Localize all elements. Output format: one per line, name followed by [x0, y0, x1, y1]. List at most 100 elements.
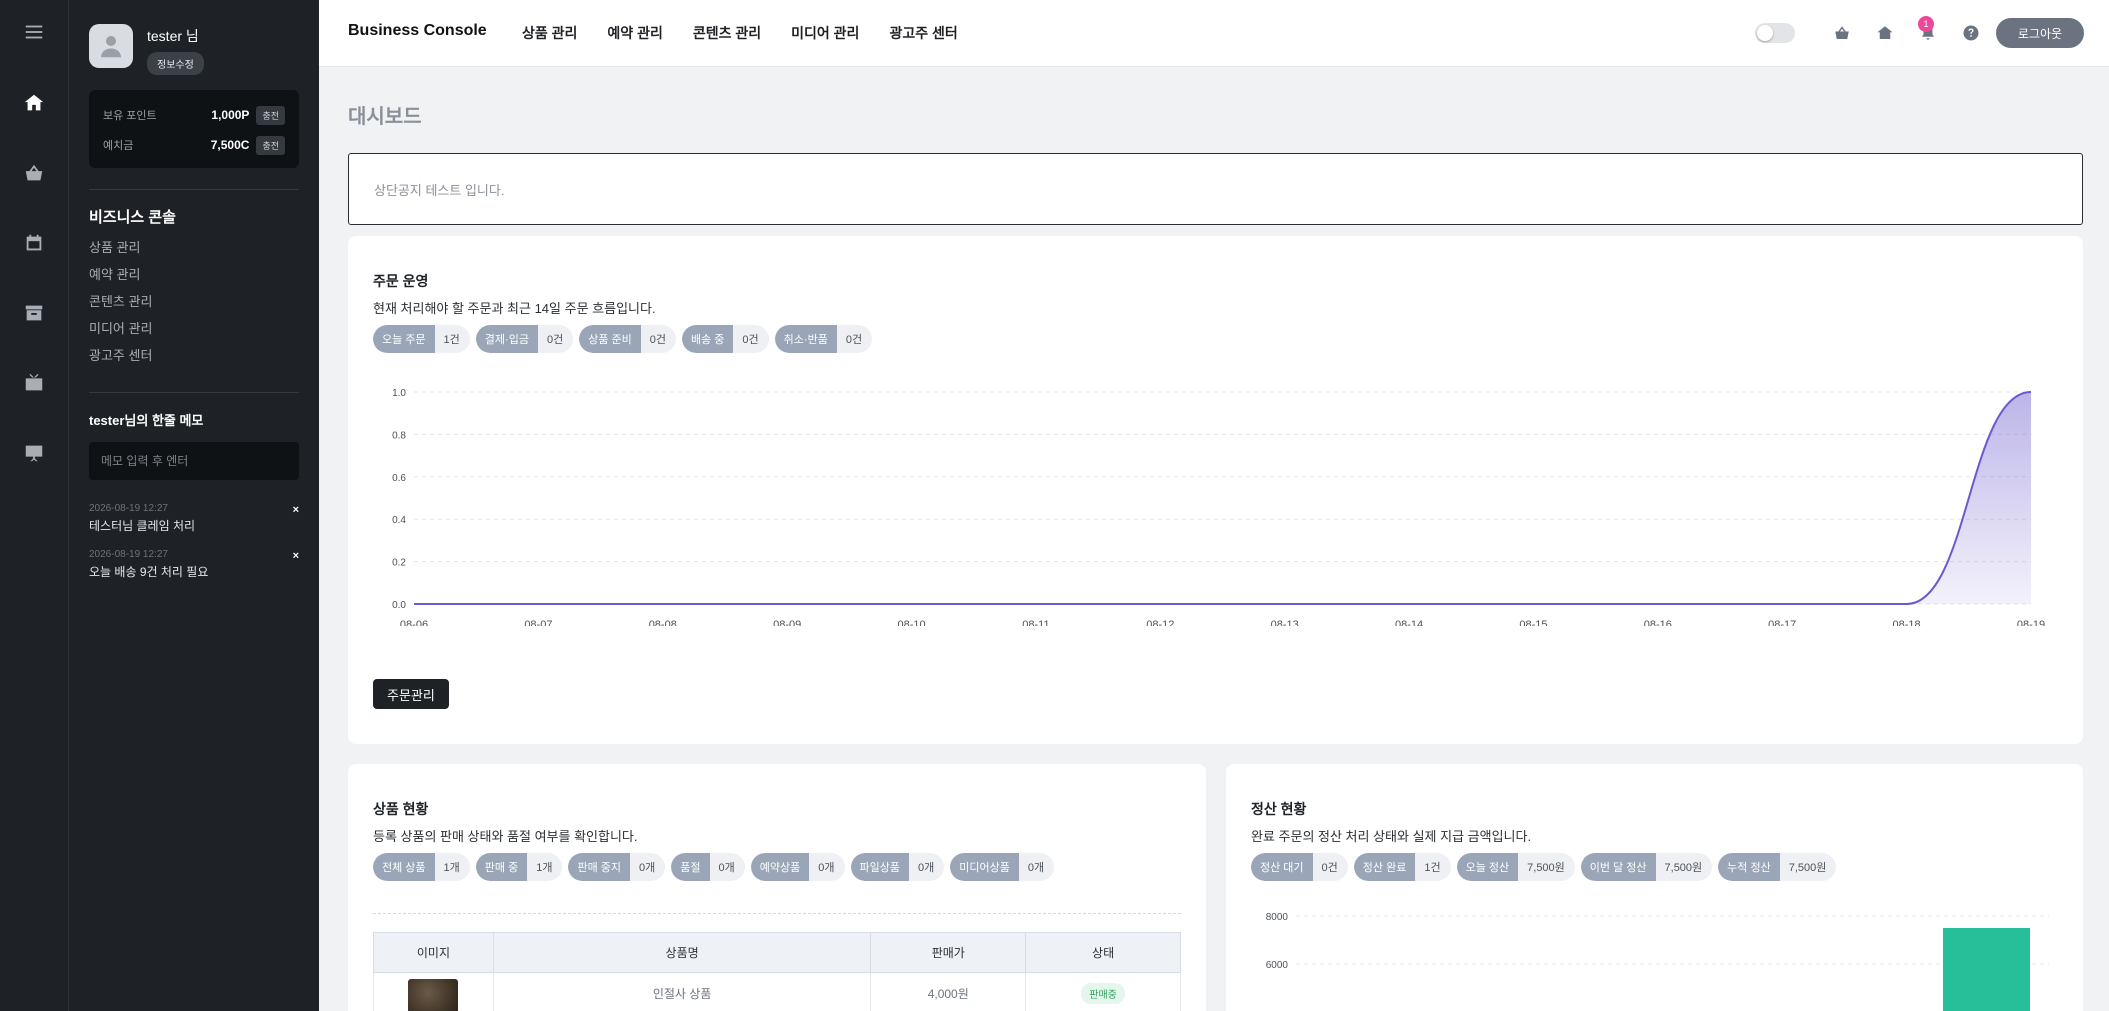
x-tick-label: 08-14 — [1395, 619, 1423, 626]
memo-input[interactable] — [89, 442, 299, 480]
chip-label: 오늘 정산 — [1456, 853, 1519, 881]
delete-memo-icon[interactable]: × — [293, 504, 299, 516]
column-header[interactable]: 판매가 — [870, 932, 1027, 973]
products-chips: 전체 상품 1개 판매 중 1개 판매 중지 0개 품절 0개 예약상품 0개 파일상품 0… — [373, 853, 1055, 881]
avatar[interactable] — [89, 24, 133, 68]
chip-label: 취소·반품 — [774, 325, 837, 353]
page-title: 대시보드 — [348, 106, 422, 128]
stat-chip[interactable]: 정산 완료 1건 — [1353, 853, 1451, 881]
x-tick-label: 08-10 — [897, 619, 925, 626]
divider — [89, 189, 299, 190]
home-icon[interactable] — [1874, 22, 1896, 44]
chip-value: 0개 — [818, 862, 835, 874]
charge-points-button[interactable]: 충전 — [256, 105, 285, 125]
column-header[interactable]: 상품명 — [492, 932, 872, 973]
chip-value: 0건 — [1321, 862, 1338, 874]
order-management-button[interactable]: 주문관리 — [373, 679, 449, 709]
nav-item-advertiser[interactable]: 광고주 센터 — [889, 23, 957, 43]
y-tick-label: 0.8 — [392, 430, 406, 441]
x-tick-label: 08-09 — [773, 619, 801, 626]
user-icon — [101, 36, 121, 58]
tv-icon[interactable] — [16, 365, 52, 401]
y-tick-label: 0.2 — [392, 558, 406, 569]
sidebar-menu: 상품 관리 예약 관리 콘텐츠 관리 미디어 관리 광고주 센터 — [89, 238, 152, 373]
chip-label: 배송 중 — [682, 325, 734, 353]
memo-title: tester님의 한줄 메모 — [89, 413, 204, 428]
column-header[interactable]: 상태 — [1025, 932, 1181, 973]
settlement-chips: 정산 대기 0건 정산 완료 1건 오늘 정산 7,500원 이번 달 정산 7,500… — [1251, 853, 1837, 881]
stat-chip[interactable]: 품절 0개 — [671, 853, 745, 881]
column-header[interactable]: 이미지 — [373, 932, 494, 973]
stat-chip[interactable]: 미디어상품 0개 — [950, 853, 1055, 881]
stat-chip[interactable]: 판매 중 1개 — [475, 853, 563, 881]
table-row[interactable]: 인절사 상품 4,000원 판매중 — [373, 972, 1181, 1011]
sidebar-item-media[interactable]: 미디어 관리 — [89, 319, 152, 346]
nav-item-products[interactable]: 상품 관리 — [522, 23, 577, 43]
x-tick-label: 08-07 — [524, 619, 552, 626]
y-tick-label: 0.0 — [392, 600, 406, 611]
top-nav: 상품 관리 예약 관리 콘텐츠 관리 미디어 관리 광고주 센터 — [522, 23, 988, 43]
stat-chip[interactable]: 결제·입금 0건 — [475, 325, 574, 353]
stat-chip[interactable]: 상품 준비 0건 — [579, 325, 676, 353]
chip-label: 상품 준비 — [579, 325, 641, 353]
product-status-cell: 판매중 — [1025, 972, 1181, 1011]
calendar-icon[interactable] — [16, 225, 52, 261]
x-tick-label: 08-13 — [1271, 619, 1299, 626]
hamburger-menu-icon[interactable] — [16, 14, 52, 50]
chip-value: 7,500원 — [1788, 862, 1827, 874]
home-icon[interactable] — [16, 85, 52, 121]
settlement-desc: 완료 주문의 정산 처리 상태와 실제 지급 금액입니다. — [1251, 829, 1532, 844]
product-price: 4,000원 — [870, 972, 1027, 1011]
sidebar-item-contents[interactable]: 콘텐츠 관리 — [89, 292, 152, 319]
divider — [373, 913, 1181, 914]
products-table: 이미지 상품명 판매가 상태 인절사 상품 4,000원 판매중 — [373, 932, 1181, 1011]
profile-name: tester 님 — [147, 28, 199, 44]
basket-icon[interactable] — [16, 155, 52, 191]
basket-icon[interactable] — [1831, 22, 1853, 44]
logout-button[interactable]: 로그아웃 — [1996, 18, 2084, 48]
chip-value: 0건 — [649, 334, 666, 346]
orders-area-chart: 0.0 0.2 0.4 0.6 0.8 1.0 08-06 08-07 08-08 08-09 08… — [392, 388, 2045, 626]
nav-item-media[interactable]: 미디어 관리 — [791, 23, 859, 43]
sidebar-item-products[interactable]: 상품 관리 — [89, 238, 152, 265]
edit-profile-button[interactable]: 정보수정 — [147, 52, 204, 75]
stat-chip[interactable]: 오늘 정산 7,500원 — [1456, 853, 1575, 881]
nav-item-contents[interactable]: 콘텐츠 관리 — [693, 23, 761, 43]
help-icon[interactable] — [1960, 22, 1982, 44]
presentation-icon[interactable] — [16, 435, 52, 471]
y-tick-label: 0.4 — [392, 515, 406, 526]
delete-memo-icon[interactable]: × — [293, 550, 299, 562]
stat-chip[interactable]: 배송 중 0건 — [682, 325, 769, 353]
stat-chip[interactable]: 이번 달 정산 7,500원 — [1580, 853, 1713, 881]
chip-label: 미디어상품 — [950, 853, 1019, 881]
product-thumbnail[interactable] — [408, 979, 459, 1011]
stat-chip[interactable]: 오늘 주문 1건 — [373, 325, 470, 353]
status-badge: 판매중 — [1081, 982, 1125, 1004]
stat-chip[interactable]: 전체 상품 1개 — [373, 853, 470, 881]
nav-item-reservations[interactable]: 예약 관리 — [607, 23, 662, 43]
orders-card: 주문 운영 현재 처리해야 할 주문과 최근 14일 주문 흐름입니다. 오늘 … — [348, 236, 2083, 744]
memo-date: 2026-08-19 12:27 — [89, 503, 168, 514]
stat-chip[interactable]: 정산 대기 0건 — [1251, 853, 1348, 881]
sidebar-item-reservations[interactable]: 예약 관리 — [89, 265, 152, 292]
chip-label: 누적 정산 — [1718, 853, 1780, 881]
stat-chip[interactable]: 판매 중지 0개 — [568, 853, 666, 881]
archive-icon[interactable] — [16, 295, 52, 331]
chip-label: 정산 대기 — [1251, 853, 1313, 881]
charge-deposit-button[interactable]: 충전 — [256, 135, 285, 155]
chip-value: 1개 — [536, 862, 553, 874]
product-name[interactable]: 인절사 상품 — [492, 972, 872, 1011]
chip-value: 0개 — [917, 862, 935, 874]
sidebar-item-advertiser[interactable]: 광고주 센터 — [89, 346, 152, 373]
chip-value: 7,500원 — [1664, 862, 1703, 874]
chip-value: 0건 — [546, 334, 564, 346]
y-tick-label: 1.0 — [392, 388, 406, 399]
stat-chip[interactable]: 누적 정산 7,500원 — [1718, 853, 1837, 881]
stat-chip[interactable]: 취소·반품 0건 — [774, 325, 873, 353]
theme-toggle[interactable] — [1755, 23, 1795, 43]
x-tick-label: 08-17 — [1768, 619, 1796, 626]
chip-label: 판매 중지 — [568, 853, 631, 881]
stat-chip[interactable]: 파일상품 0개 — [850, 853, 945, 881]
stat-chip[interactable]: 예약상품 0개 — [750, 853, 845, 881]
brand-title[interactable]: Business Console — [348, 22, 487, 40]
